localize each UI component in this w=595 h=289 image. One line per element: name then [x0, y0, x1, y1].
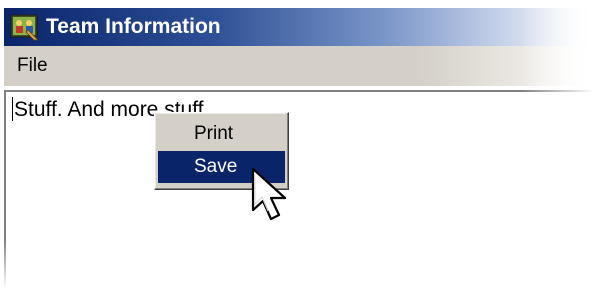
screenshot-page: Team Information File Stuff. And more st… [0, 0, 595, 289]
menu-file[interactable]: File [13, 54, 52, 78]
app-window: Team Information File Stuff. And more st… [4, 8, 595, 289]
context-menu-item-print[interactable]: Print [158, 118, 285, 150]
title-bar[interactable]: Team Information [4, 8, 595, 46]
window-title: Team Information [46, 15, 221, 38]
team-app-icon [10, 14, 39, 41]
arrow-pointer-icon [251, 167, 287, 221]
menu-bar: File [4, 46, 595, 86]
text-area[interactable]: Stuff. And more stuff. [4, 90, 595, 289]
text-caret [12, 97, 13, 121]
